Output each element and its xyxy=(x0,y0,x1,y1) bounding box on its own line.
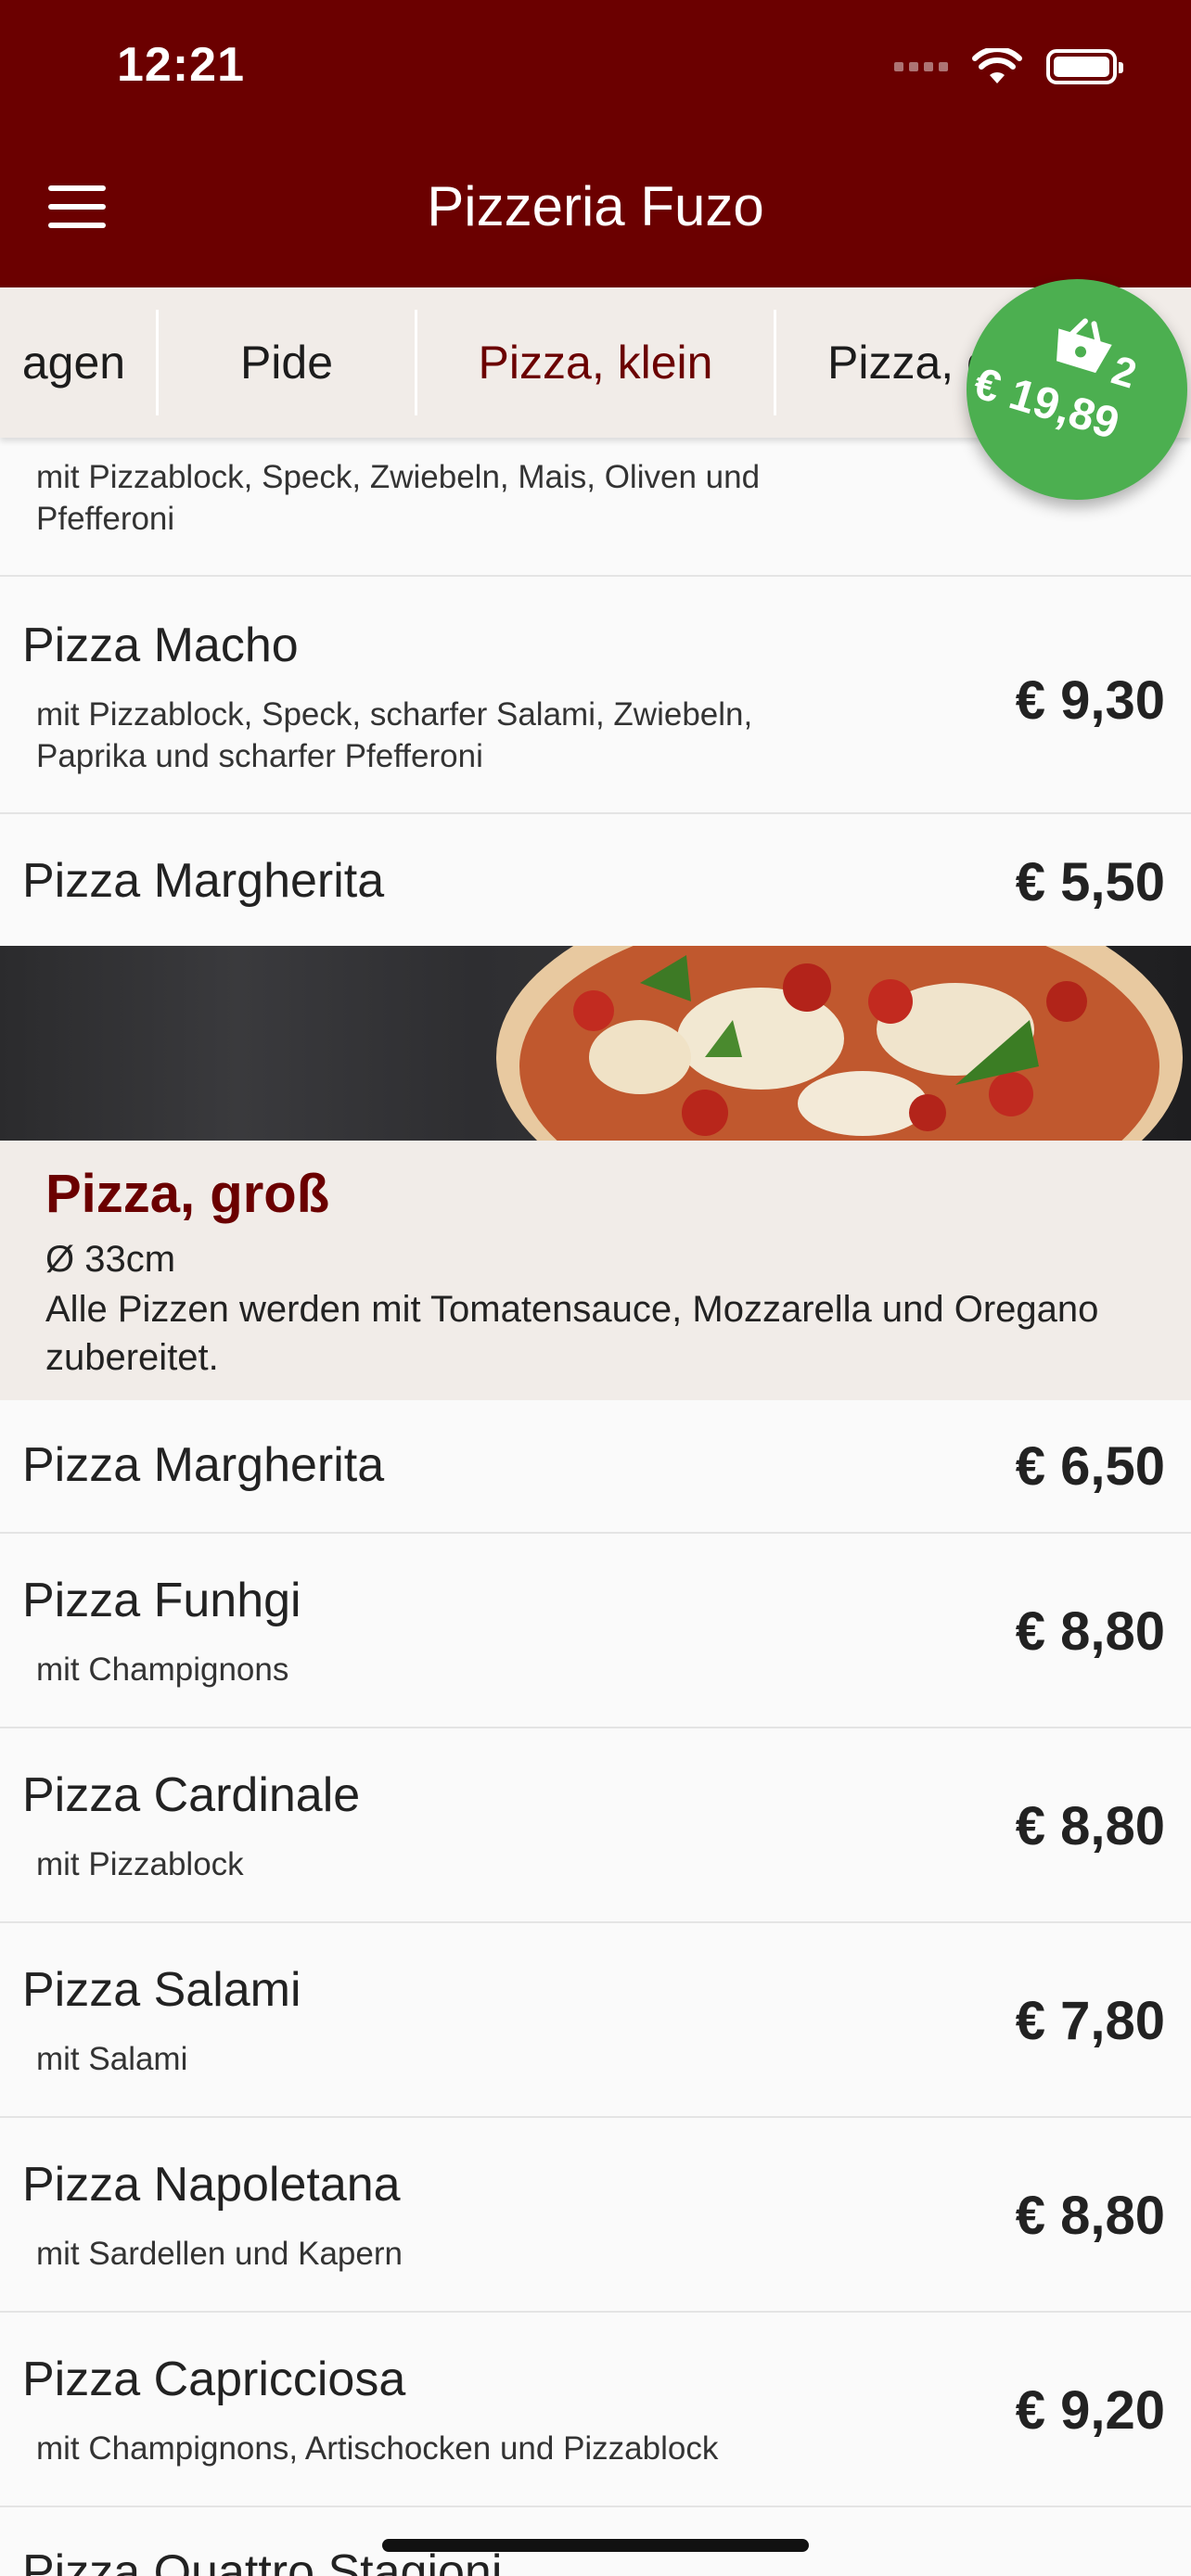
item-name: Pizza Salami xyxy=(22,1963,301,2017)
app-header: 12:21 Pizzeria Fuzo xyxy=(0,0,1191,287)
section-size: Ø 33cm xyxy=(45,1239,176,1280)
list-item[interactable]: Pizza Salami mit Salami € 7,80 xyxy=(0,1923,1191,2118)
item-name: Pizza Cardinale xyxy=(22,1768,361,1822)
status-time: 12:21 xyxy=(117,38,245,92)
status-icons xyxy=(894,48,1123,85)
item-description: mit Champignons, Artischocken und Pizzab… xyxy=(36,2430,719,2467)
item-name: Pizza Margherita xyxy=(22,1438,385,1492)
list-item[interactable]: Pizza Margherita € 5,50 xyxy=(0,814,1191,946)
item-price: € 7,80 xyxy=(1015,1991,1165,2051)
item-name: Pizza Macho xyxy=(22,618,299,672)
item-name: Pizza Margherita xyxy=(22,854,385,908)
cart-button[interactable]: 2 € 19,89 xyxy=(967,279,1187,500)
list-item[interactable]: Pizza Margherita € 6,50 xyxy=(0,1400,1191,1534)
list-item[interactable]: Pizza Cardinale mit Pizzablock € 8,80 xyxy=(0,1728,1191,1923)
item-price: € 9,20 xyxy=(1015,2380,1165,2441)
item-description: mit Pizzablock, Speck, Zwiebeln, Mais, O… xyxy=(36,459,761,537)
item-description: mit Champignons xyxy=(36,1651,289,1688)
pizza-banner-image xyxy=(0,946,1191,1141)
battery-icon xyxy=(1046,49,1123,84)
item-name: Pizza Napoletana xyxy=(22,2158,401,2212)
menu-list: mit Pizzablock, Speck, Zwiebeln, Mais, O… xyxy=(0,438,1191,2576)
item-name: Pizza Capricciosa xyxy=(22,2353,406,2406)
section-description: Alle Pizzen werden mit Tomatensauce, Moz… xyxy=(45,1289,1099,1378)
list-item[interactable]: Pizza Funhgi mit Champignons € 8,80 xyxy=(0,1534,1191,1728)
item-description: mit Pizzablock, Speck, scharfer Salami, … xyxy=(36,696,753,774)
cellular-signal-icon xyxy=(894,62,948,71)
tab-pide[interactable]: Pide xyxy=(159,287,415,438)
page-title: Pizzeria Fuzo xyxy=(427,175,764,237)
section-header: Pizza, groß Ø 33cm Alle Pizzen werden mi… xyxy=(0,1141,1191,1400)
item-price: € 8,80 xyxy=(1015,1601,1165,1662)
list-item[interactable]: Pizza Napoletana mit Sardellen und Kaper… xyxy=(0,2118,1191,2313)
tab-pizza-klein[interactable]: Pizza, klein xyxy=(417,287,774,438)
shopping-basket-icon xyxy=(1057,318,1112,374)
item-description: mit Sardellen und Kapern xyxy=(36,2236,403,2272)
item-price: € 9,30 xyxy=(1015,670,1165,731)
item-price: € 8,80 xyxy=(1015,1796,1165,1856)
tab-getraenke[interactable]: agen xyxy=(0,287,155,438)
home-indicator[interactable] xyxy=(382,2539,809,2552)
section-title: Pizza, groß xyxy=(45,1164,330,1224)
item-description: mit Salami xyxy=(36,2041,188,2077)
wifi-icon xyxy=(972,48,1022,83)
item-description: mit Pizzablock xyxy=(36,1846,244,1882)
item-price: € 8,80 xyxy=(1015,2186,1165,2246)
list-item[interactable]: Pizza Capricciosa mit Champignons, Artis… xyxy=(0,2313,1191,2507)
item-price: € 6,50 xyxy=(1015,1436,1165,1497)
item-price: € 5,50 xyxy=(1015,852,1165,912)
item-name: Pizza Funhgi xyxy=(22,1574,301,1627)
list-item[interactable]: Pizza Macho mit Pizzablock, Speck, schar… xyxy=(0,577,1191,814)
